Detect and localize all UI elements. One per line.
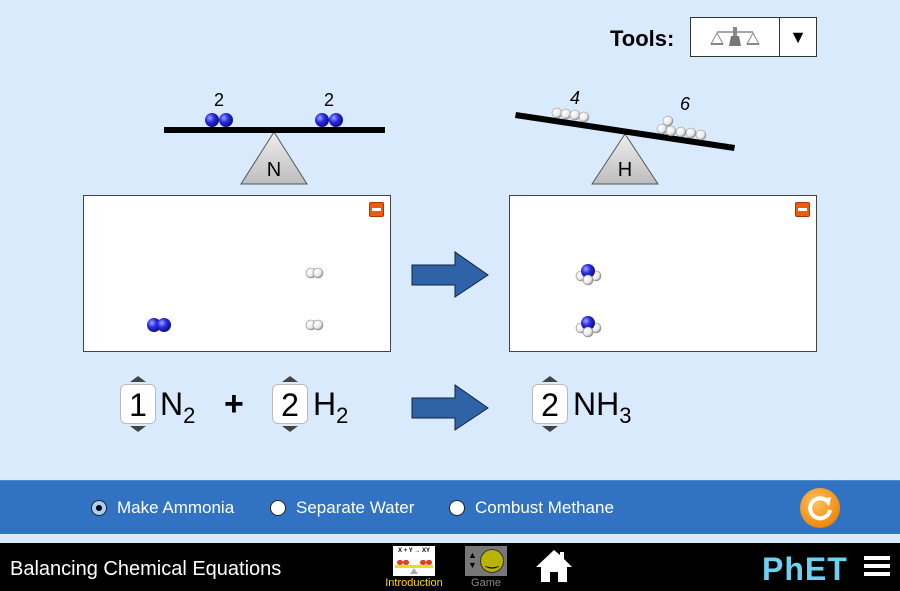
- decrement-n2-button[interactable]: [130, 426, 146, 432]
- equation-arrow-icon: [411, 384, 489, 431]
- screen-game-button[interactable]: ▲ ▼ ‿ Game: [460, 546, 512, 589]
- formula-n2-symbol: N: [160, 386, 184, 422]
- introduction-label: Introduction: [385, 577, 443, 589]
- formula-h2: H2: [313, 386, 348, 429]
- phet-logo[interactable]: PhET: [762, 551, 848, 588]
- formula-n2-subscript: 2: [183, 403, 196, 428]
- h-atom: [656, 123, 668, 135]
- decrement-h2-button[interactable]: [282, 426, 298, 432]
- h-atom: [685, 127, 697, 139]
- right-count-h: 6: [680, 94, 691, 114]
- screen-introduction-button[interactable]: X + Y → XY Introduction: [382, 546, 446, 589]
- h-atom: [695, 129, 707, 141]
- balance-element-h: H: [618, 159, 632, 181]
- formula-h2-subscript: 2: [336, 403, 349, 428]
- h-atom: [578, 111, 590, 123]
- formula-n2: N2: [160, 386, 195, 429]
- hydrogen-balance: H 4 6: [515, 88, 735, 185]
- right-count-n: 2: [324, 90, 334, 110]
- h-atom: [569, 109, 581, 121]
- nitrogen-balance: N 2 2: [164, 90, 385, 185]
- game-label: Game: [471, 577, 501, 589]
- radio-make-ammonia[interactable]: Make Ammonia: [91, 498, 234, 518]
- introduction-icon-text: X + Y → XY: [398, 548, 430, 554]
- h-atom: [665, 125, 677, 137]
- hamburger-icon: [864, 556, 890, 560]
- balance-element-n: N: [267, 159, 281, 181]
- n-atom: [205, 113, 219, 127]
- refresh-button[interactable]: [800, 488, 840, 528]
- products-box: [509, 195, 817, 352]
- phet-logo-text: PhET: [762, 551, 848, 587]
- navigation-bar: Balancing Chemical Equations X + Y → XY …: [0, 543, 900, 591]
- introduction-screen-icon: X + Y → XY: [393, 546, 435, 576]
- coefficient-h2[interactable]: 2: [272, 384, 308, 424]
- h-atom: [675, 126, 687, 138]
- radio-label: Combust Methane: [475, 498, 614, 517]
- coefficient-n2[interactable]: 1: [120, 384, 156, 424]
- increment-nh3-button[interactable]: [542, 376, 558, 382]
- refresh-icon: [808, 496, 832, 521]
- radio-label: Make Ammonia: [117, 498, 235, 517]
- formula-h2-symbol: H: [313, 386, 337, 422]
- radio-unchecked-icon[interactable]: [270, 500, 286, 516]
- nh3-molecule[interactable]: [575, 264, 602, 286]
- formula-nh3-subscript: 3: [619, 403, 632, 428]
- radio-unchecked-icon[interactable]: [449, 500, 465, 516]
- n-atom: [329, 113, 343, 127]
- reaction-arrow-icon: [411, 251, 489, 298]
- n-atom: [219, 113, 233, 127]
- sim-title: Balancing Chemical Equations: [10, 558, 282, 580]
- h-atom: [560, 108, 572, 120]
- balance-scales: N 2 2 H 4 6: [164, 88, 735, 185]
- increment-h2-button[interactable]: [282, 376, 298, 382]
- nh3-molecule[interactable]: [575, 316, 602, 338]
- beam-n: [164, 127, 385, 133]
- left-count-h: 4: [570, 88, 580, 108]
- increment-n2-button[interactable]: [130, 376, 146, 382]
- smiley-icon: ‿: [480, 549, 504, 573]
- left-count-n: 2: [214, 90, 224, 110]
- coefficient-nh3[interactable]: 2: [532, 384, 568, 424]
- menu-button[interactable]: [864, 556, 890, 578]
- decrement-nh3-button[interactable]: [542, 426, 558, 432]
- plus-sign: +: [224, 385, 244, 423]
- reaction-selector-panel: Make Ammonia Separate Water Combust Meth…: [0, 480, 900, 534]
- radio-separate-water[interactable]: Separate Water: [270, 498, 414, 518]
- radio-combust-methane[interactable]: Combust Methane: [449, 498, 614, 518]
- reactants-box: [83, 195, 391, 352]
- n-atom: [315, 113, 329, 127]
- home-icon: [536, 550, 572, 582]
- h2-molecule[interactable]: [305, 319, 324, 331]
- h-atom: [551, 107, 563, 119]
- radio-label: Separate Water: [296, 498, 415, 517]
- formula-nh3: NH3: [573, 386, 631, 429]
- formula-nh3-symbol: NH: [573, 386, 620, 422]
- n2-molecule[interactable]: [147, 318, 171, 332]
- radio-checked-icon[interactable]: [91, 500, 107, 516]
- home-button[interactable]: [533, 547, 575, 590]
- game-screen-icon: ▲ ▼ ‿: [465, 546, 507, 576]
- h2-molecule[interactable]: [305, 267, 324, 279]
